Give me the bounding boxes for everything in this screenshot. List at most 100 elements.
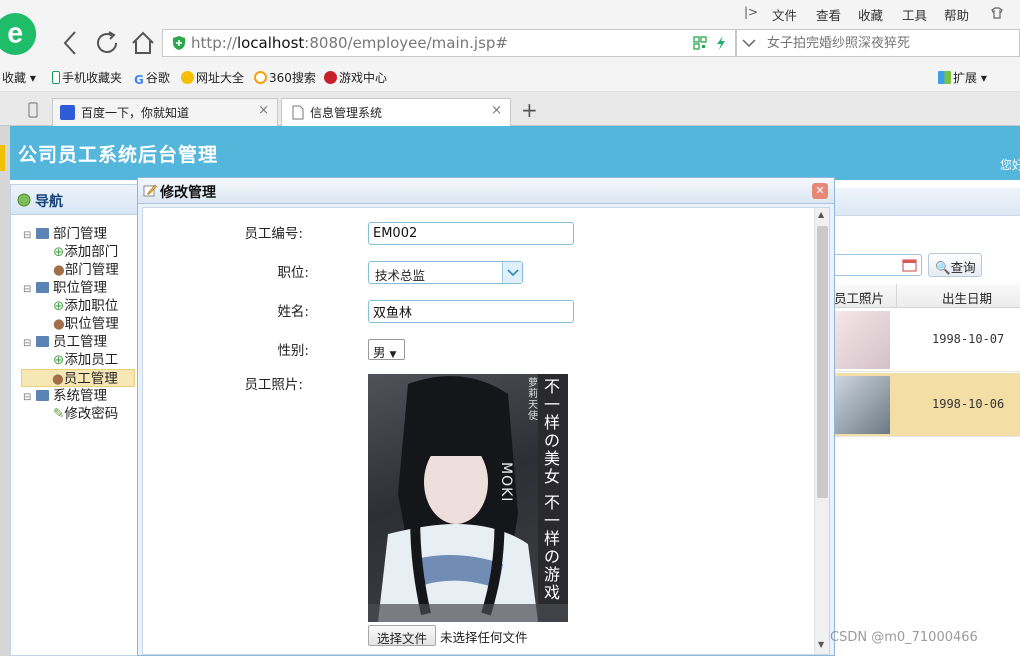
tree-item-manage-department[interactable]: ●部门管理	[23, 261, 135, 279]
name-input[interactable]	[368, 300, 574, 323]
table-row-selected[interactable]: 1998-10-06	[834, 373, 1020, 437]
photo-side-caption: 萝莉天使	[528, 378, 538, 422]
collapse-icon[interactable]: ⊟	[23, 284, 31, 295]
bookmark-360search[interactable]: 360搜索	[254, 69, 316, 86]
watermark: CSDN @m0_71000466	[830, 630, 978, 645]
close-tab-icon[interactable]: ×	[258, 103, 269, 118]
bookmark-games[interactable]: 游戏中心	[324, 69, 387, 86]
tree-item-change-password[interactable]: ✎修改密码	[23, 405, 135, 423]
employee-photo: 不一样の美女 不一样の游戏 萝莉天使 MOKI	[368, 374, 568, 622]
menu-favorites[interactable]: 收藏	[858, 5, 883, 24]
tree-group-position[interactable]: ⊟ 职位管理	[23, 279, 135, 297]
address-bar[interactable]: http://localhost:8080/employee/main.jsp#	[162, 29, 736, 57]
choose-file-button[interactable]: 选择文件	[368, 625, 436, 646]
welcome-text: 您好	[1000, 158, 1020, 172]
tab-label: 百度一下，你就知道	[81, 106, 190, 120]
birth-date-cell: 1998-10-06	[932, 397, 1005, 411]
speed-mode-icon[interactable]	[715, 35, 727, 51]
tree-item-add-position[interactable]: ⊕添加职位	[23, 297, 135, 315]
compass-icon	[17, 193, 31, 207]
col-photo-header[interactable]: 员工照片	[834, 288, 884, 307]
menu-file[interactable]: 文件	[772, 5, 797, 24]
tree-group-department[interactable]: ⊟ 部门管理	[23, 225, 135, 243]
tab-baidu[interactable]: 百度一下，你就知道 ×	[52, 98, 278, 126]
app-title: 公司员工系统后台管理	[18, 144, 219, 166]
bookmark-favorites[interactable]: 收藏 ▾	[2, 69, 36, 86]
new-tab-button[interactable]: +	[521, 98, 538, 122]
add-circle-icon: ⊕	[53, 352, 65, 368]
menu-help[interactable]: 帮助	[944, 5, 969, 24]
tree-group-system[interactable]: ⊟ 系统管理	[23, 387, 135, 405]
tree-item-manage-employee[interactable]: ●员工管理	[21, 369, 135, 387]
collapse-icon[interactable]: ⊟	[23, 230, 31, 241]
home-icon[interactable]	[130, 30, 156, 56]
site-nav-icon	[181, 71, 194, 84]
dialog-header: 修改管理 ✕	[138, 178, 834, 204]
mobile-icon	[52, 71, 60, 84]
scroll-thumb[interactable]	[817, 226, 828, 498]
query-button[interactable]: 🔍查询	[928, 253, 982, 277]
panel-marker	[0, 145, 5, 171]
bookmark-google[interactable]: G 谷歌	[134, 69, 170, 87]
collapse-icon[interactable]: ⊟	[23, 338, 31, 349]
tree-item-manage-position[interactable]: ●职位管理	[23, 315, 135, 333]
browser-titlebar: |> 文件 查看 收藏 工具 帮助	[0, 0, 1020, 28]
user-icon: ●	[52, 371, 64, 387]
tree-item-label: 添加职位	[64, 298, 119, 314]
file-status-text: 未选择任何文件	[440, 630, 528, 645]
monitor-icon	[35, 282, 49, 293]
left-collapse-strip[interactable]	[0, 126, 10, 656]
tab-bar: 百度一下，你就知道 × 信息管理系统 × +	[0, 92, 1020, 126]
tree-item-add-employee[interactable]: ⊕添加员工	[23, 351, 135, 369]
mobile-sync-icon[interactable]	[28, 102, 38, 118]
refresh-icon[interactable]	[95, 30, 121, 56]
photo-caption-1: 不一样の美女	[544, 377, 561, 486]
bookmark-hao123[interactable]: 网址大全	[181, 69, 244, 86]
content-header	[834, 188, 1020, 216]
tree-group-employee[interactable]: ⊟ 员工管理	[23, 333, 135, 351]
address-text[interactable]: http://localhost:8080/employee/main.jsp#	[191, 34, 508, 52]
app-header: 公司员工系统后台管理 您好	[10, 126, 1020, 180]
col-birth-header[interactable]: 出生日期	[942, 288, 992, 307]
photo-caption-2: 不一样の游戏	[544, 493, 561, 602]
close-tab-icon[interactable]: ×	[491, 103, 502, 118]
col-divider	[896, 284, 897, 308]
collapse-icon[interactable]: ⊟	[23, 392, 31, 403]
scroll-down-icon[interactable]: ▼	[818, 640, 824, 649]
calendar-icon[interactable]	[902, 258, 917, 272]
bookmark-mobile[interactable]: 手机收藏夹	[52, 69, 122, 86]
monitor-icon	[35, 390, 49, 401]
skin-icon[interactable]	[990, 6, 1004, 20]
emp-no-input[interactable]	[368, 222, 574, 245]
tree-item-add-department[interactable]: ⊕添加部门	[23, 243, 135, 261]
game-center-icon	[324, 71, 337, 84]
dropdown-trigger[interactable]	[502, 262, 522, 283]
table-row[interactable]: 1998-10-07	[834, 308, 1020, 372]
qr-code-icon[interactable]	[693, 36, 707, 50]
tab-info-system[interactable]: 信息管理系统 ×	[281, 98, 511, 126]
tab-label: 信息管理系统	[310, 106, 383, 120]
sidebar-toggle-icon[interactable]: |>	[744, 5, 758, 19]
search-input[interactable]	[767, 33, 1007, 53]
gender-label: 性别:	[277, 343, 309, 359]
search-box[interactable]	[736, 29, 1020, 57]
position-select[interactable]: 技术总监	[368, 261, 523, 284]
name-label: 姓名:	[277, 304, 309, 320]
search-engine-dropdown-icon[interactable]	[742, 38, 756, 48]
dialog-scrollbar[interactable]: ▲ ▼	[814, 208, 829, 654]
nav-title: 导航	[35, 194, 63, 210]
dialog-close-button[interactable]: ✕	[812, 183, 828, 199]
grid-header: 员工照片 出生日期	[834, 284, 1020, 308]
back-icon[interactable]	[60, 30, 80, 56]
menu-view[interactable]: 查看	[816, 5, 841, 24]
extensions-menu[interactable]: 扩展 ▾	[938, 69, 987, 86]
svg-text:e: e	[7, 18, 23, 50]
date-filter-input[interactable]	[834, 254, 922, 276]
gender-select[interactable]: 男 ▼	[368, 339, 405, 360]
position-selected-value: 技术总监	[375, 268, 426, 283]
menu-tools[interactable]: 工具	[902, 5, 927, 24]
browser-logo-icon: e	[0, 13, 37, 55]
page-icon	[292, 105, 304, 120]
scroll-up-icon[interactable]: ▲	[818, 210, 824, 219]
photo-label: 员工照片:	[244, 377, 303, 393]
